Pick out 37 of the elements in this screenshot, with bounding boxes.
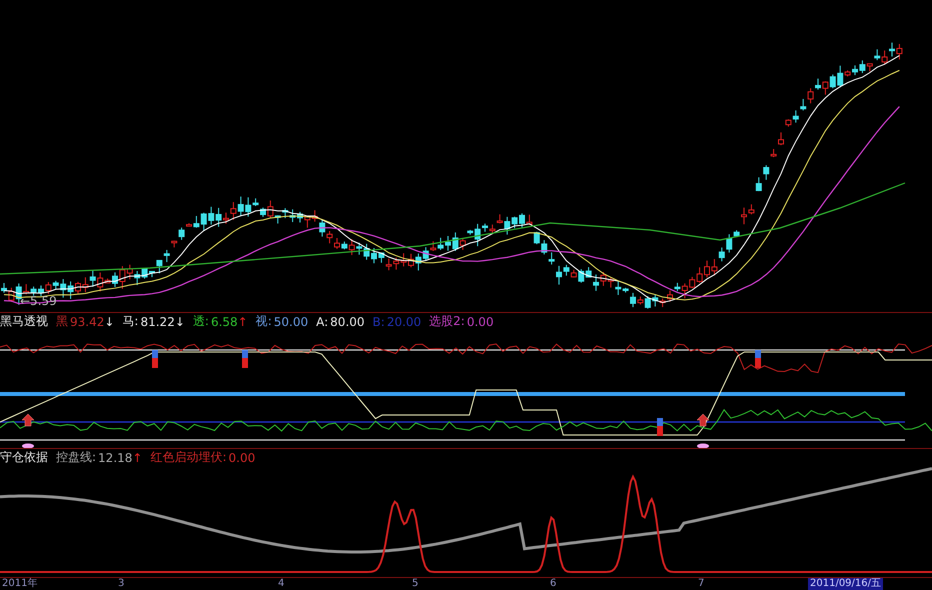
indicator-value: 12.18 bbox=[98, 450, 132, 465]
indicator-value: 80.00 bbox=[330, 314, 365, 328]
indicator-value: 6.58 bbox=[210, 314, 238, 328]
trend-arrow: ↑ bbox=[238, 314, 248, 328]
up-arrow-icon bbox=[22, 414, 34, 426]
indicator-value: 81.22 bbox=[140, 314, 175, 328]
signal-bar-icon bbox=[152, 350, 158, 368]
indicator-label: A: bbox=[316, 314, 328, 328]
axis-label: 2011年 bbox=[1, 578, 38, 590]
axis-label: 5 bbox=[411, 578, 420, 590]
trend-arrow: ↓ bbox=[174, 314, 185, 328]
signal-bar-icon bbox=[242, 350, 248, 368]
axis-label: 3 bbox=[117, 578, 126, 590]
trend-arrow: ↓ bbox=[104, 314, 114, 328]
indicator-label: 控盘线: bbox=[56, 449, 96, 466]
indicator-value: 20.00 bbox=[386, 314, 422, 328]
indicator-label: 透: bbox=[192, 313, 209, 330]
indicator-value: 0.00 bbox=[466, 314, 494, 328]
trend-arrow: ↑ bbox=[132, 450, 142, 465]
indicator-label: 选股2: bbox=[429, 313, 465, 330]
indicator-label: 黑 bbox=[56, 313, 68, 330]
indicator-title: 黑马透视 bbox=[0, 313, 48, 330]
indicator-value: 93.42 bbox=[70, 314, 104, 328]
indicator-label: 红色启动埋伏: bbox=[150, 449, 227, 466]
axis-label: 7 bbox=[697, 578, 706, 590]
indicator-value: 50.00 bbox=[274, 314, 308, 328]
up-arrow-icon bbox=[696, 414, 710, 426]
axis-label: 4 bbox=[277, 578, 286, 590]
indicator-label: 视: bbox=[256, 313, 272, 330]
axis-label: 6 bbox=[549, 578, 558, 590]
panel-title: 守仓依据 bbox=[0, 449, 48, 466]
indicator-label: B: bbox=[372, 314, 385, 328]
signal-bar-icon bbox=[755, 350, 761, 368]
indicator-value: 0.00 bbox=[228, 450, 256, 465]
indicator-label: 马: bbox=[122, 313, 138, 330]
signal-bar-icon bbox=[657, 418, 663, 436]
axis-label: 2011/09/16/五 bbox=[808, 578, 884, 590]
